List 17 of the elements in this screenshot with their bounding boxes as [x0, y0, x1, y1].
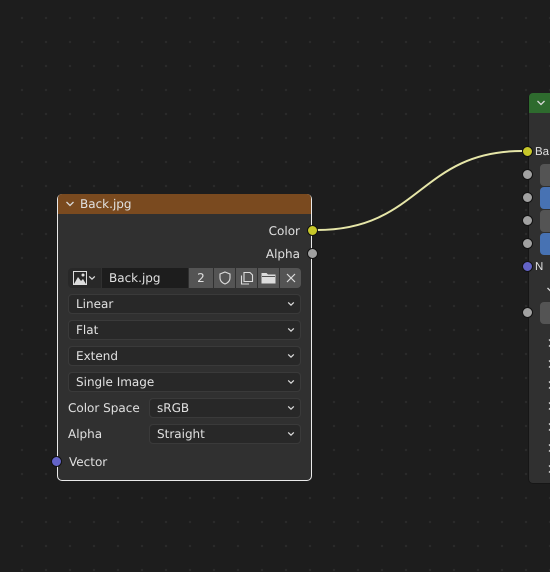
- property-label: Alpha: [68, 427, 104, 441]
- dropdown[interactable]: Extend: [68, 346, 301, 366]
- property-label: Color Space: [68, 401, 141, 415]
- socket-label: Alpha: [266, 246, 300, 260]
- node-header[interactable]: Back.jpg: [58, 194, 311, 214]
- dropdown[interactable]: Straight: [149, 424, 301, 444]
- node-title: Back.jpg: [80, 197, 132, 211]
- dropdown[interactable]: Flat: [68, 320, 301, 340]
- dropdown[interactable]: sRGB: [149, 398, 301, 418]
- image-name-field[interactable]: Back.jpg: [102, 268, 188, 288]
- socket-label: Ba: [535, 146, 550, 158]
- dropdown[interactable]: Linear: [68, 294, 301, 314]
- socket-label: Vector: [69, 454, 108, 468]
- user-count-button[interactable]: 2: [189, 268, 213, 288]
- socket-label: Color: [268, 224, 300, 238]
- dropdown[interactable]: Single Image: [68, 372, 301, 392]
- socket-label: N: [535, 260, 544, 272]
